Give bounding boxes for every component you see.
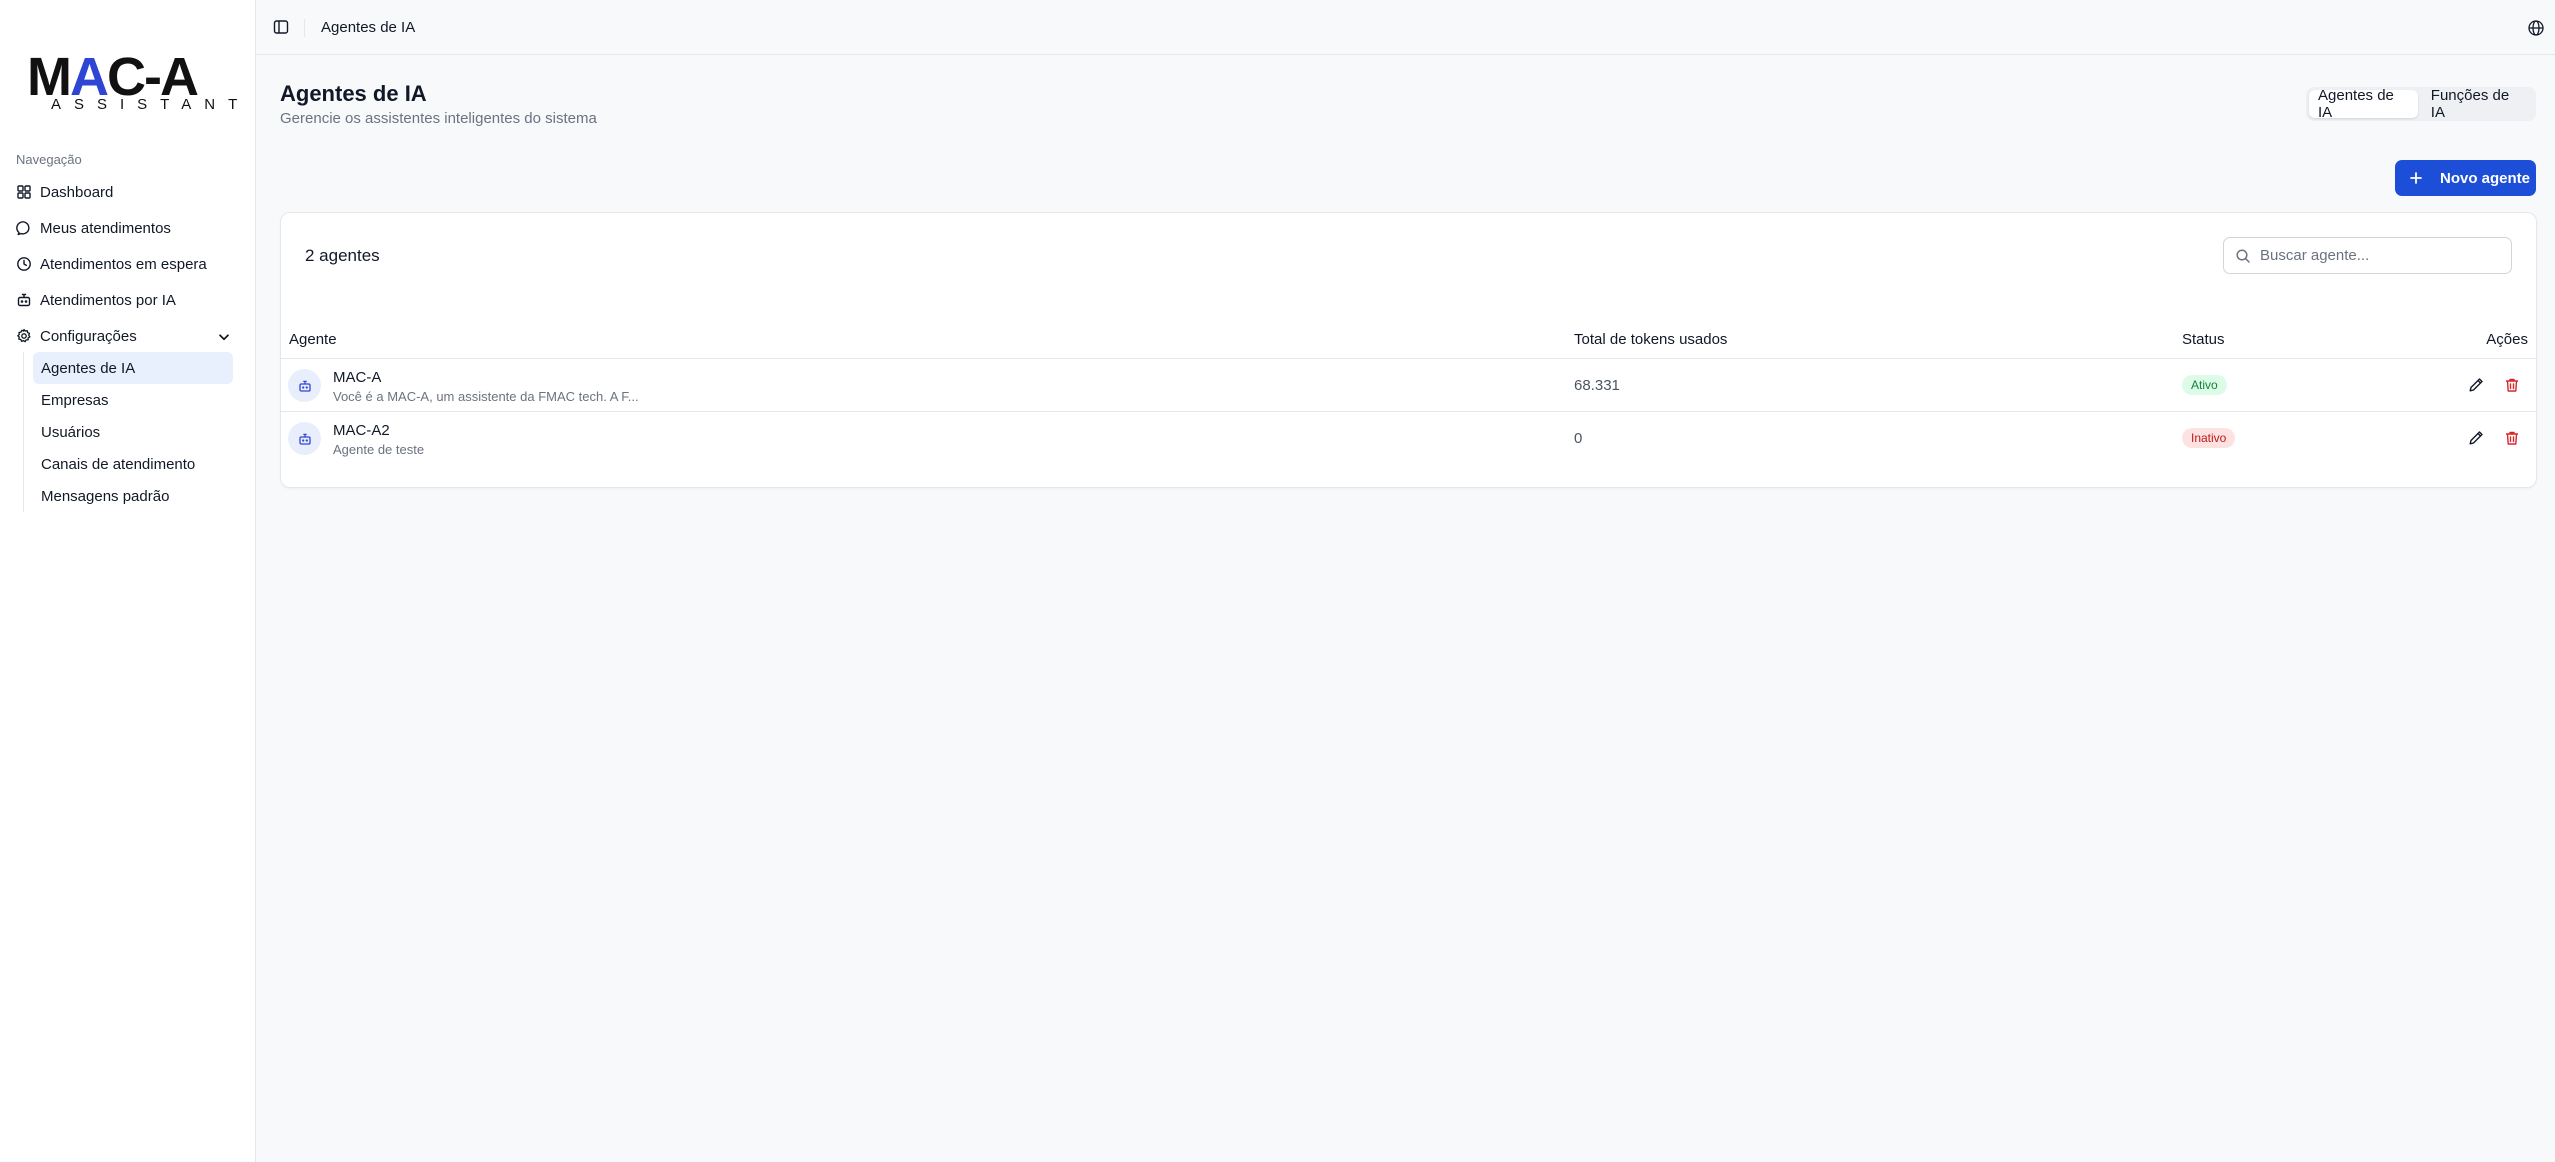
column-header-status: Status	[2182, 331, 2225, 348]
sidebar-item-label: Meus atendimentos	[40, 219, 171, 237]
grid-icon	[17, 185, 31, 199]
breadcrumb: Agentes de IA	[321, 19, 416, 36]
clock-icon	[17, 257, 31, 271]
sidebar-item-label: Dashboard	[40, 183, 114, 201]
table-row[interactable]: MAC-A2 Agente de teste 0 Inativo	[281, 412, 2536, 465]
trash-icon[interactable]	[2503, 376, 2521, 394]
agent-avatar	[288, 369, 321, 402]
bot-icon	[298, 380, 311, 392]
agents-card: 2 agentes Agente Total de tokens usados …	[280, 212, 2537, 488]
agent-description: Você é a MAC-A, um assistente da FMAC te…	[333, 389, 639, 404]
page-subtitle: Gerencie os assistentes inteligentes do …	[280, 110, 597, 127]
agent-tokens: 68.331	[1574, 377, 1620, 394]
search-input[interactable]	[2260, 247, 2500, 264]
sidebar-subitem-usuarios[interactable]: Usuários	[33, 416, 233, 448]
topbar-divider	[304, 19, 305, 37]
new-agent-label: Novo agente	[2440, 169, 2531, 187]
tab-agentes-de-ia[interactable]: Agentes de IA	[2309, 87, 2418, 121]
sidebar-item-label: Atendimentos por IA	[40, 291, 176, 309]
agent-description: Agente de teste	[333, 442, 425, 457]
trash-icon[interactable]	[2503, 429, 2521, 447]
plus-icon	[2410, 172, 2422, 184]
sidebar-item-label: Atendimentos em espera	[40, 255, 207, 273]
new-agent-button[interactable]: Novo agente	[2395, 160, 2536, 196]
sidebar-item-configuracoes[interactable]: Configurações	[8, 320, 240, 352]
sidebar-toggle-icon[interactable]	[272, 18, 290, 36]
table-row[interactable]: MAC-A Você é a MAC-A, um assistente da F…	[281, 359, 2536, 412]
sidebar-subitem-empresas[interactable]: Empresas	[33, 384, 233, 416]
sidebar-item-atendimentos-por-ia[interactable]: Atendimentos por IA	[8, 284, 240, 316]
logo-subtitle: ASSISTANT	[51, 96, 251, 113]
view-tabs: Agentes de IA Funções de IA	[2306, 87, 2536, 121]
search-box	[2223, 237, 2512, 274]
status-badge: Inativo	[2182, 428, 2236, 448]
gear-icon	[17, 328, 31, 343]
agent-name: MAC-A2	[333, 422, 390, 439]
agent-avatar	[288, 422, 321, 455]
globe-icon[interactable]	[2527, 19, 2545, 37]
bot-icon	[17, 293, 31, 307]
edit-icon[interactable]	[2467, 429, 2485, 447]
status-badge: Ativo	[2182, 375, 2227, 395]
chevron-down-icon	[219, 334, 229, 341]
sidebar: MAC-A ASSISTANT Navegação Dashboard Meus…	[0, 0, 256, 1162]
page-title: Agentes de IA	[280, 81, 427, 106]
sidebar-subitem-agentes-de-ia[interactable]: Agentes de IA	[33, 352, 233, 384]
tab-funcoes-de-ia[interactable]: Funções de IA	[2422, 87, 2533, 121]
sidebar-item-dashboard[interactable]: Dashboard	[8, 176, 240, 208]
sidebar-subitem-canais-de-atendimento[interactable]: Canais de atendimento	[33, 448, 233, 480]
configuracoes-submenu: Agentes de IA Empresas Usuários Canais d…	[23, 352, 233, 512]
sidebar-subitem-mensagens-padrao[interactable]: Mensagens padrão	[33, 480, 233, 512]
sidebar-item-label: Configurações	[40, 327, 137, 345]
agent-tokens: 0	[1574, 430, 1583, 447]
brand-logo[interactable]: MAC-A ASSISTANT	[27, 50, 237, 114]
agent-name: MAC-A	[333, 369, 382, 386]
edit-icon[interactable]	[2467, 376, 2485, 394]
bot-icon	[298, 433, 311, 445]
agents-count: 2 agentes	[305, 246, 380, 265]
column-header-tokens: Total de tokens usados	[1574, 331, 1728, 348]
search-icon	[2236, 248, 2250, 263]
sidebar-item-meus-atendimentos[interactable]: Meus atendimentos	[8, 212, 240, 244]
message-icon	[16, 221, 30, 236]
column-header-acoes: Ações	[2486, 331, 2528, 348]
sidebar-item-atendimentos-em-espera[interactable]: Atendimentos em espera	[8, 248, 240, 280]
topbar: Agentes de IA	[256, 0, 2555, 55]
table-header: Agente Total de tokens usados Status Açõ…	[281, 325, 2536, 359]
column-header-agente: Agente	[289, 331, 337, 348]
nav-section-label: Navegação	[16, 152, 82, 167]
